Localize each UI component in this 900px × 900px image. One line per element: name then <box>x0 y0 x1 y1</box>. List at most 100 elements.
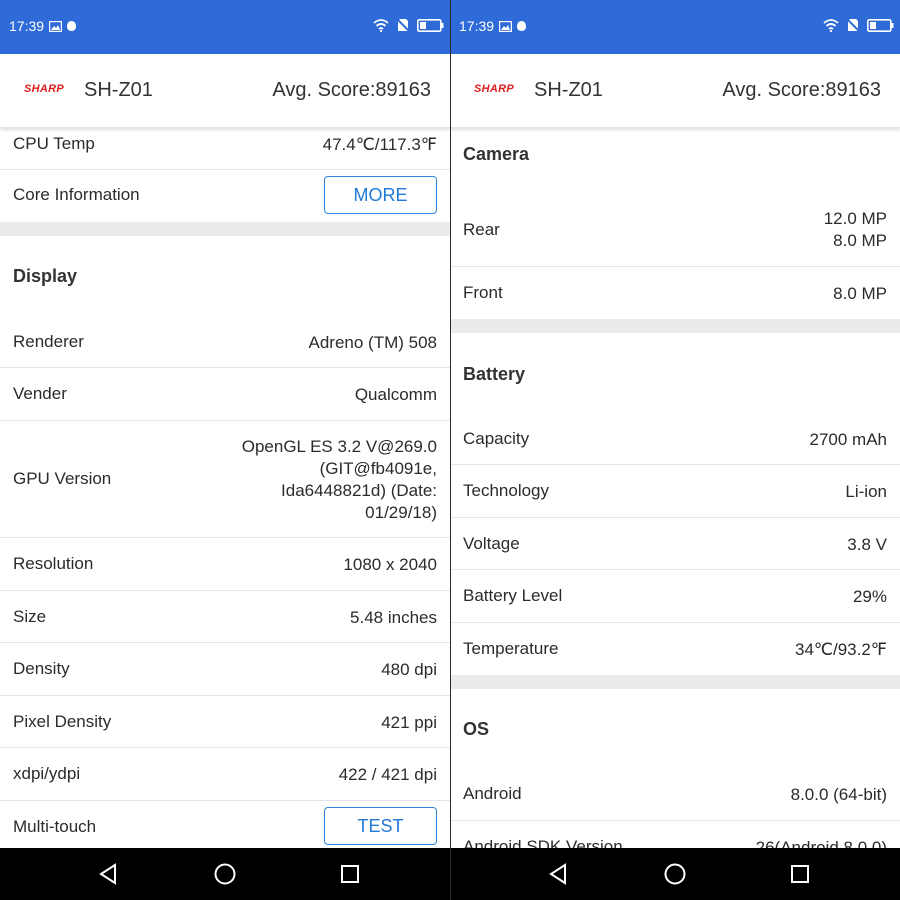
gpu-version-line: 01/29/18) <box>365 503 437 522</box>
row-value: 422 / 421 dpi <box>338 765 437 784</box>
row-value: 47.4℃/117.3℉ <box>322 135 437 154</box>
screenshot-pair: 17:39 SHARP SH-Z01 Avg. Score:89163 CPU … <box>0 0 900 900</box>
rear-camera-line: 12.0 MP <box>823 209 887 228</box>
row-value: Adreno (TM) 508 <box>308 333 438 352</box>
status-bar: 17:39 <box>0 0 450 54</box>
size-row: Size 5.48 inches <box>0 591 450 643</box>
no-sim-icon <box>847 18 859 32</box>
capacity-row: Capacity 2700 mAh <box>450 413 900 465</box>
row-value: OpenGL ES 3.2 V@269.0 (GIT@fb4091e, Ida6… <box>242 436 437 524</box>
front-camera-row: Front 8.0 MP <box>450 267 900 319</box>
notification-icon <box>67 21 76 31</box>
status-time: 17:39 <box>9 18 45 34</box>
section-divider <box>450 675 900 689</box>
left-screen: 17:39 SHARP SH-Z01 Avg. Score:89163 CPU … <box>0 0 450 900</box>
row-label: Pixel Density <box>13 712 112 731</box>
row-label: Capacity <box>463 429 530 448</box>
home-icon[interactable] <box>213 862 237 886</box>
temperature-row: Temperature 34℃/93.2℉ <box>450 623 900 675</box>
status-bar: 17:39 <box>450 0 900 54</box>
section-divider <box>450 319 900 333</box>
core-info-row: Core Information MORE <box>0 170 450 222</box>
rear-camera-row: Rear 12.0 MP 8.0 MP <box>450 200 900 267</box>
more-button[interactable]: MORE <box>324 176 437 214</box>
sdk-version-row: Android SDK Version 26(Android 8.0.0) <box>450 821 900 848</box>
battery-icon <box>417 18 444 32</box>
row-value: Qualcomm <box>354 385 437 404</box>
resolution-row: Resolution 1080 x 2040 <box>0 538 450 591</box>
row-value: 26(Android 8.0.0) <box>755 838 887 848</box>
vender-row: Vender Qualcomm <box>0 368 450 421</box>
row-label: Resolution <box>13 554 94 573</box>
navigation-bar <box>0 848 450 900</box>
row-label: Renderer <box>13 332 84 351</box>
row-label: Battery Level <box>463 586 563 605</box>
back-icon[interactable] <box>547 862 569 886</box>
voltage-row: Voltage 3.8 V <box>450 518 900 570</box>
row-label: Android <box>463 784 522 803</box>
section-title-display: Display <box>13 266 78 286</box>
rear-camera-line: 8.0 MP <box>833 231 887 250</box>
density-row: Density 480 dpi <box>0 643 450 696</box>
row-value: 8.0.0 (64-bit) <box>790 785 887 804</box>
status-time: 17:39 <box>459 18 495 34</box>
xdpi-ydpi-row: xdpi/ydpi 422 / 421 dpi <box>0 748 450 801</box>
notification-icon <box>517 21 526 31</box>
row-label: Technology <box>463 481 550 500</box>
row-value: 12.0 MP 8.0 MP <box>824 208 887 252</box>
gpu-version-line: Ida6448821d) (Date: <box>281 481 437 500</box>
info-list: CPU Temp 47.4℃/117.3℉ Core Information M… <box>0 128 450 848</box>
no-sim-icon <box>397 18 409 32</box>
row-value: 5.48 inches <box>350 608 437 627</box>
row-value: 480 dpi <box>381 660 437 679</box>
row-label: Rear <box>463 220 500 239</box>
back-icon[interactable] <box>97 862 119 886</box>
row-value: 3.8 V <box>847 535 887 554</box>
battery-icon <box>867 18 894 32</box>
avg-score: Avg. Score:89163 <box>272 79 431 101</box>
section-title-os: OS <box>463 719 490 739</box>
test-button[interactable]: TEST <box>324 807 437 845</box>
pixel-density-row: Pixel Density 421 ppi <box>0 696 450 748</box>
row-label: xdpi/ydpi <box>13 764 81 783</box>
image-icon <box>49 20 62 32</box>
row-label: Android SDK Version <box>463 837 623 848</box>
gpu-version-row: GPU Version OpenGL ES 3.2 V@269.0 (GIT@f… <box>0 421 450 538</box>
section-divider <box>0 222 450 236</box>
device-name: SH-Z01 <box>84 79 153 101</box>
app-header: SHARP SH-Z01 Avg. Score:89163 <box>0 54 450 128</box>
section-title-camera: Camera <box>463 144 530 164</box>
gpu-version-line: OpenGL ES 3.2 V@269.0 <box>241 437 437 456</box>
navigation-bar <box>450 848 900 900</box>
row-label: CPU Temp <box>13 134 95 153</box>
row-label: Temperature <box>463 639 559 658</box>
app-header: SHARP SH-Z01 Avg. Score:89163 <box>450 54 900 128</box>
wifi-icon <box>373 18 389 32</box>
section-title-battery: Battery <box>463 364 526 384</box>
row-value: 421 ppi <box>381 713 437 732</box>
row-label: Multi-touch <box>13 817 97 836</box>
row-value: 2700 mAh <box>809 430 888 449</box>
device-name: SH-Z01 <box>534 79 603 101</box>
right-screen: 17:39 SHARP SH-Z01 Avg. Score:89163 Came… <box>450 0 900 900</box>
multi-touch-row: Multi-touch TEST <box>0 801 450 848</box>
brand-logo: SHARP <box>24 83 65 95</box>
wifi-icon <box>823 18 839 32</box>
row-value: Li-ion <box>845 482 887 501</box>
image-icon <box>499 20 512 32</box>
recents-icon[interactable] <box>340 862 360 886</box>
row-label: Size <box>13 607 47 626</box>
info-list: Camera Rear 12.0 MP 8.0 MP Front 8.0 MP … <box>450 128 900 848</box>
row-label: GPU Version <box>13 469 112 488</box>
technology-row: Technology Li-ion <box>450 465 900 518</box>
recents-icon[interactable] <box>790 862 810 886</box>
row-value: 1080 x 2040 <box>343 555 437 574</box>
avg-score: Avg. Score:89163 <box>722 79 881 101</box>
home-icon[interactable] <box>663 862 687 886</box>
gpu-version-line: (GIT@fb4091e, <box>319 459 437 478</box>
row-label: Voltage <box>463 534 520 553</box>
row-value: 34℃/93.2℉ <box>795 640 887 659</box>
row-value: 8.0 MP <box>833 284 887 303</box>
row-label: Vender <box>13 384 67 403</box>
cpu-temp-row: CPU Temp 47.4℃/117.3℉ <box>0 128 450 170</box>
